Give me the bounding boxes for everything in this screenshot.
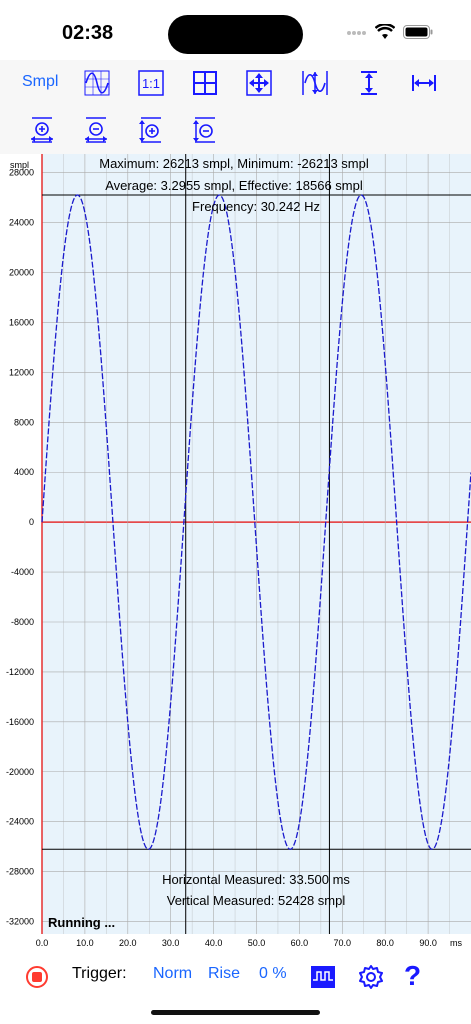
x-tick-label: 70.0 — [334, 938, 352, 948]
wifi-icon — [374, 23, 396, 45]
x-tick-label: 10.0 — [76, 938, 94, 948]
status-time: 02:38 — [62, 22, 114, 44]
svg-text:1:1: 1:1 — [142, 76, 160, 91]
y-tick-label: 24000 — [9, 218, 34, 228]
y-tick-label: -20000 — [6, 767, 34, 777]
x-tick-label: 90.0 — [419, 938, 437, 948]
info-maxmin: Maximum: 26213 smpl, Minimum: -26213 smp… — [99, 156, 369, 171]
y-tick-label: 0 — [29, 517, 34, 527]
info-horizontal-measured: Horizontal Measured: 33.500 ms — [162, 872, 350, 887]
x-unit-label: ms — [450, 938, 462, 948]
x-tick-label: 30.0 — [162, 938, 180, 948]
y-tick-label: 8000 — [14, 417, 34, 427]
status-bar: 02:38 — [0, 0, 471, 60]
signal-generator-icon[interactable] — [311, 966, 335, 993]
toolbar — [0, 60, 471, 154]
x-tick-label: 50.0 — [248, 938, 266, 948]
one-to-one-icon[interactable]: 1:1 — [137, 69, 165, 97]
x-tick-label: 40.0 — [205, 938, 223, 948]
status-icons — [347, 23, 433, 45]
y-tick-label: -32000 — [6, 917, 34, 927]
zoom-in-vertical-icon[interactable] — [28, 116, 56, 144]
trigger-edge-button[interactable]: Rise — [208, 965, 240, 983]
vertical-resize-icon[interactable] — [355, 69, 383, 97]
y-tick-label: -16000 — [6, 717, 34, 727]
y-tick-label: -4000 — [11, 567, 34, 577]
info-average: Average: 3.2955 smpl, Effective: 18566 s… — [105, 178, 363, 193]
help-question-icon[interactable]: ? — [404, 960, 421, 992]
y-tick-label: -8000 — [11, 617, 34, 627]
waveform-grid-icon[interactable] — [83, 69, 111, 97]
y-tick-label: 12000 — [9, 367, 34, 377]
info-frequency: Frequency: 30.242 Hz — [192, 199, 320, 214]
info-vertical-measured: Vertical Measured: 52428 smpl — [167, 893, 346, 908]
x-tick-label: 80.0 — [376, 938, 394, 948]
trigger-label: Trigger: — [72, 965, 127, 982]
horizontal-resize-icon[interactable] — [410, 69, 438, 97]
y-tick-label: -24000 — [6, 817, 34, 827]
grid-icon[interactable] — [191, 69, 219, 97]
x-tick-label: 60.0 — [291, 938, 309, 948]
zoom-in-horizontal-icon[interactable] — [137, 116, 165, 144]
plot-svg: 2800024000200001600012000800040000-4000-… — [6, 154, 471, 948]
stop-icon[interactable] — [25, 965, 49, 994]
y-tick-label: 16000 — [9, 317, 34, 327]
x-tick-label: 20.0 — [119, 938, 137, 948]
x-tick-label: 0.0 — [36, 938, 49, 948]
zoom-out-horizontal-icon[interactable] — [191, 116, 219, 144]
running-status: Running ... — [48, 915, 115, 930]
y-tick-label: 4000 — [14, 467, 34, 477]
settings-gear-icon[interactable] — [358, 964, 384, 995]
y-tick-label: -28000 — [6, 867, 34, 877]
y-unit-label: smpl — [10, 160, 29, 170]
unit-toggle-button[interactable]: Smpl — [22, 73, 58, 91]
trigger-mode-button[interactable]: Norm — [153, 965, 192, 983]
autoscale-wave-icon[interactable] — [301, 69, 329, 97]
home-indicator — [151, 1010, 320, 1015]
y-tick-label: 20000 — [9, 268, 34, 278]
signal-icon — [347, 26, 367, 44]
dynamic-island — [168, 15, 303, 54]
zoom-out-vertical-icon[interactable] — [82, 116, 110, 144]
battery-icon — [403, 25, 433, 44]
trigger-level-button[interactable]: 0 % — [259, 965, 287, 983]
move-arrows-icon[interactable] — [245, 69, 273, 97]
y-tick-label: -12000 — [6, 667, 34, 677]
oscilloscope-plot[interactable]: 28000 24000 20000 16000 12000 8000 4000 0 -4000-… — [0, 154, 471, 950]
